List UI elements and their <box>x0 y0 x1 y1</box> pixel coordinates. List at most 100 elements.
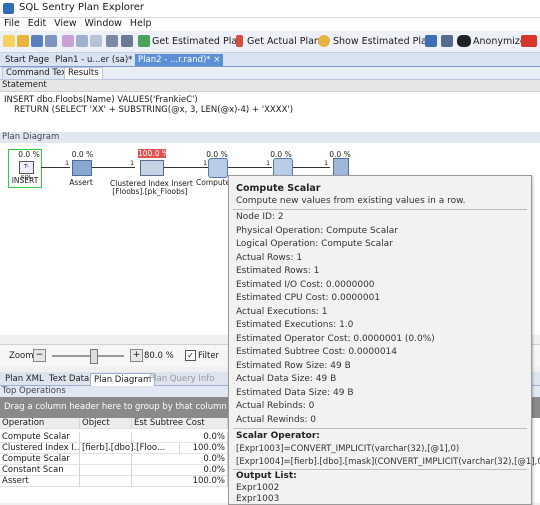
tooltip-prop: Estimated I/O Cost: 0.0000000 <box>236 280 375 290</box>
arrow-1 <box>41 167 70 168</box>
layout-icon[interactable] <box>441 35 453 47</box>
filter-checkbox[interactable]: ✓ <box>185 350 196 361</box>
tooltip-scalar-line: [Expr1004]=[fierb].[dbo].[mask](CONVERT_… <box>236 457 540 467</box>
tooltip-prop: Estimated Executions: 1.0 <box>236 320 354 330</box>
col-operation[interactable]: Operation <box>0 418 80 429</box>
show-estimated-plan-button[interactable]: Show Estimated Plan <box>333 36 433 47</box>
tooltip-prop: Actual Rows: 1 <box>236 253 303 263</box>
table-row[interactable]: Constant Scan <box>0 465 80 476</box>
table-row[interactable]: [fierb].[dbo].[Floo... <box>80 443 180 454</box>
tooltip-prop: Actual Executions: 1 <box>236 307 328 317</box>
row-count-3: 1 <box>203 159 208 167</box>
tab-plan1[interactable]: Plan1 - u...er (sa)* <box>52 54 135 66</box>
table-row[interactable]: 0.0% <box>132 432 228 443</box>
filter-label: Filter <box>198 351 220 361</box>
statement-header: Statement <box>0 80 540 91</box>
tooltip-divider <box>233 469 527 470</box>
open-icon[interactable] <box>17 35 29 47</box>
sql-icon[interactable] <box>521 35 537 47</box>
tab-results[interactable]: Results <box>64 67 103 79</box>
node-insert[interactable]: T-SQL INSERT <box>8 149 42 188</box>
menu-view[interactable]: View <box>54 18 77 29</box>
node-assert-label: Assert <box>69 178 93 187</box>
table-row[interactable]: 0.0% <box>132 454 228 465</box>
compute-scalar-icon[interactable] <box>208 158 228 178</box>
tab-command-text[interactable]: Command Text <box>2 67 74 79</box>
table-row[interactable] <box>80 432 132 443</box>
node-assert-pct: 0.0 % <box>71 150 94 159</box>
row-count-5: 1 <box>324 159 329 167</box>
tooltip-prop: Estimated Rows: 1 <box>236 266 320 276</box>
zoom-out-button[interactable]: − <box>33 349 46 362</box>
menu-help[interactable]: Help <box>130 18 152 29</box>
estimated-plan-icon[interactable] <box>138 35 150 47</box>
table-row[interactable] <box>80 476 132 487</box>
anonymize-icon[interactable] <box>457 35 471 47</box>
table-row[interactable]: Clustered Index I... <box>0 443 80 454</box>
row-count-4: 1 <box>266 159 271 167</box>
tab-text-data[interactable]: Text Data <box>46 373 92 385</box>
window-title: SQL Sentry Plan Explorer <box>19 2 145 13</box>
tooltip-prop: Estimated Data Size: 49 B <box>236 388 354 398</box>
assert-icon[interactable] <box>72 160 92 176</box>
tab-plan-query-info[interactable]: Plan Query Info <box>146 373 217 385</box>
tooltip-description: Compute new values from existing values … <box>236 196 466 206</box>
new-icon[interactable] <box>3 35 15 47</box>
statement-line-insert[interactable]: INSERT dbo.Floobs(Name) VALUES('FrankieC… <box>4 95 198 105</box>
table-row[interactable]: Compute Scalar <box>0 454 80 465</box>
operator-tooltip: Compute Scalar Compute new values from e… <box>228 175 540 505</box>
cut-icon[interactable] <box>62 35 74 47</box>
arrow-4 <box>228 167 272 168</box>
table-row[interactable] <box>80 454 132 465</box>
col-est-subtree-cost[interactable]: Est Subtree Cost <box>132 418 228 429</box>
table-row[interactable]: 100.0% <box>180 443 228 454</box>
menu-edit[interactable]: Edit <box>28 18 46 29</box>
table-row[interactable]: 100.0% <box>132 476 228 487</box>
tooltip-prop: Node ID: 2 <box>236 212 284 222</box>
tab-plan-xml[interactable]: Plan XML <box>2 373 47 385</box>
tooltip-divider <box>233 209 527 210</box>
arrow-5 <box>293 167 330 168</box>
tooltip-prop: Actual Rebinds: 0 <box>236 401 315 411</box>
menu-file[interactable]: File <box>4 18 20 29</box>
grid-icon[interactable] <box>425 35 437 47</box>
insert-icon: T-SQL <box>19 161 34 181</box>
indent-icon[interactable] <box>121 35 133 47</box>
clustered-index-insert-icon[interactable] <box>140 160 164 176</box>
tooltip-prop: Estimated CPU Cost: 0.0000001 <box>236 293 381 303</box>
tab-plan2[interactable]: Plan2 - ...r.rand)* × <box>135 54 224 66</box>
lightbulb-icon[interactable] <box>318 35 330 47</box>
paste-icon[interactable] <box>90 35 102 47</box>
arrow-3 <box>164 167 208 168</box>
format-icon[interactable] <box>106 35 118 47</box>
get-estimated-plan-button[interactable]: Get Estimated Plan <box>152 36 243 47</box>
zoom-slider-thumb[interactable] <box>90 349 98 364</box>
zoom-in-button[interactable]: + <box>130 349 143 362</box>
anonymize-button[interactable]: Anonymize <box>473 36 526 47</box>
tooltip-scalar-line: [Expr1003]=CONVERT_IMPLICIT(varchar(32),… <box>236 444 460 454</box>
row-count-2: 1 <box>130 159 135 167</box>
table-row[interactable]: Compute Scalar <box>0 432 80 443</box>
table-row[interactable] <box>80 465 132 476</box>
actual-plan-icon[interactable] <box>236 35 243 47</box>
tooltip-prop: Estimated Row Size: 49 B <box>236 361 351 371</box>
save-all-icon[interactable] <box>45 35 57 47</box>
statement-line-return[interactable]: RETURN (SELECT 'XX' + SUBSTRING(@x, 3, L… <box>14 105 293 115</box>
tab-start-page[interactable]: Start Page <box>2 54 52 66</box>
tooltip-prop: Logical Operation: Compute Scalar <box>236 239 393 249</box>
save-icon[interactable] <box>31 35 43 47</box>
copy-icon[interactable] <box>76 35 88 47</box>
table-row[interactable]: 0.0% <box>132 465 228 476</box>
zoom-slider-track[interactable] <box>52 355 124 357</box>
get-actual-plan-button[interactable]: Get Actual Plan <box>247 36 320 47</box>
statement-area[interactable]: INSERT dbo.Floobs(Name) VALUES('FrankieC… <box>0 91 540 133</box>
plan-diagram-header: Plan Diagram <box>0 132 540 143</box>
row-count-1: 1 <box>65 159 70 167</box>
menu-window[interactable]: Window <box>84 18 121 29</box>
col-object[interactable]: Object <box>80 418 132 429</box>
node-cii-object: [Floobs].[pk_Floobs] <box>112 187 188 196</box>
document-tabs: Start Page Plan1 - u...er (sa)* Plan2 - … <box>0 53 540 67</box>
zoom-label: Zoom <box>9 351 34 361</box>
tooltip-divider <box>233 428 527 429</box>
table-row[interactable]: Assert <box>0 476 80 487</box>
